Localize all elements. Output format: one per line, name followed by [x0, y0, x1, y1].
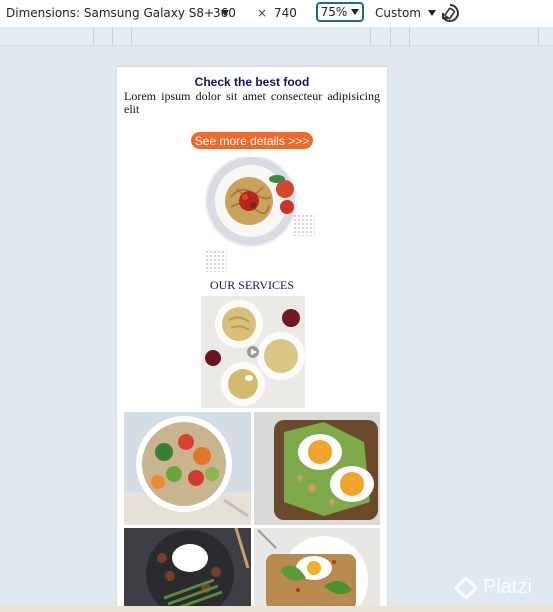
services-food-image: [201, 296, 305, 408]
media-query-segment[interactable]: [538, 27, 539, 45]
throttle-value: Custom: [375, 6, 421, 20]
decorative-dots: [293, 214, 315, 236]
services-title: OUR SERVICES: [209, 278, 295, 292]
device-viewport: Check the best food Lorem ipsum dolor si…: [117, 67, 387, 612]
see-more-button[interactable]: See more details >>>: [191, 132, 313, 149]
egg-asparagus-image: [124, 528, 251, 612]
throttle-select[interactable]: Custom: [375, 6, 436, 20]
media-query-segment[interactable]: [370, 27, 371, 45]
avocado-toast-image: [254, 412, 380, 525]
rotate-icon[interactable]: [440, 3, 460, 23]
width-input[interactable]: 360: [213, 6, 236, 20]
salad-bowl-image: [124, 412, 251, 525]
zoom-select[interactable]: 75%: [316, 2, 364, 22]
chevron-down-icon: [427, 10, 436, 16]
media-query-segment[interactable]: [112, 27, 113, 45]
chevron-down-icon: [351, 9, 360, 15]
dimension-separator: ×: [257, 6, 268, 20]
media-query-segment[interactable]: [390, 27, 391, 45]
media-query-segment[interactable]: [409, 27, 410, 45]
media-query-segment[interactable]: [131, 27, 132, 45]
device-select-label: Dimensions: Samsung Galaxy S8+: [6, 6, 215, 20]
height-input[interactable]: 740: [274, 6, 297, 20]
bottom-edge: [0, 606, 553, 612]
device-toolbar: Dimensions: Samsung Galaxy S8+ 360 × 740…: [0, 0, 553, 27]
platzi-logo-icon: [455, 576, 477, 599]
watermark-text: Platzi: [483, 576, 532, 598]
device-select[interactable]: Dimensions: Samsung Galaxy S8+: [6, 6, 230, 20]
intro-text: Lorem ipsum dolor sit amet consecteur ad…: [124, 89, 380, 116]
media-query-segment[interactable]: [93, 27, 94, 45]
decorative-dots: [205, 250, 227, 272]
media-query-bar: [0, 27, 553, 46]
page-headline: Check the best food: [194, 75, 310, 89]
platzi-watermark: Platzi: [455, 576, 532, 599]
egg-toast-image: [254, 528, 380, 612]
zoom-value: 75%: [320, 5, 348, 19]
